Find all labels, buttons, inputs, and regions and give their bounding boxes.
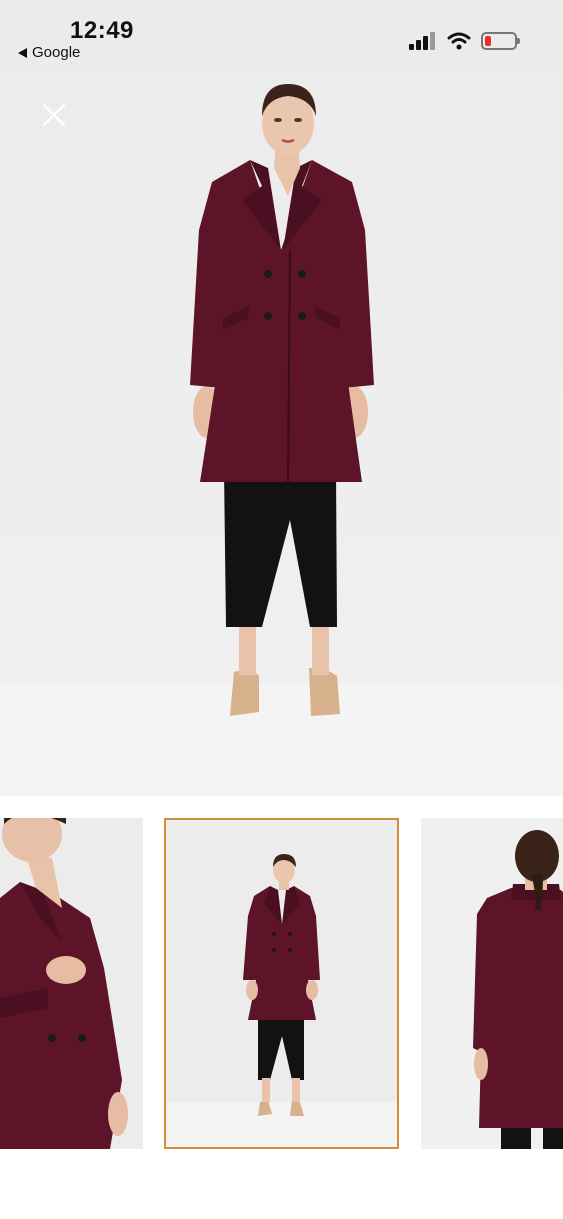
- back-to-app-link[interactable]: Google: [18, 44, 80, 61]
- thumbnail-back-view[interactable]: [421, 818, 563, 1149]
- close-icon: [42, 103, 66, 127]
- thumbnail-full-front-selected[interactable]: [164, 818, 399, 1149]
- battery-icon: [481, 32, 520, 50]
- cellular-signal-icon: [409, 32, 435, 50]
- thumbnail-back-image: [421, 818, 563, 1149]
- thumbnail-closeup[interactable]: [0, 818, 143, 1149]
- back-app-label: Google: [32, 44, 81, 61]
- wifi-icon: [447, 32, 471, 50]
- thumbnail-closeup-image: [0, 818, 143, 1149]
- battery-level: [485, 36, 491, 46]
- model-figure: [190, 84, 374, 716]
- main-product-image[interactable]: 12:49 Google: [0, 0, 563, 796]
- back-arrow-icon: [18, 47, 27, 58]
- status-time: 12:49: [70, 17, 134, 44]
- status-bar: 12:49 Google: [0, 0, 563, 70]
- close-button[interactable]: [36, 97, 72, 133]
- thumbnail-strip: [0, 818, 563, 1150]
- thumbnail-full-front-image: [166, 820, 397, 1147]
- status-indicators: [409, 32, 520, 50]
